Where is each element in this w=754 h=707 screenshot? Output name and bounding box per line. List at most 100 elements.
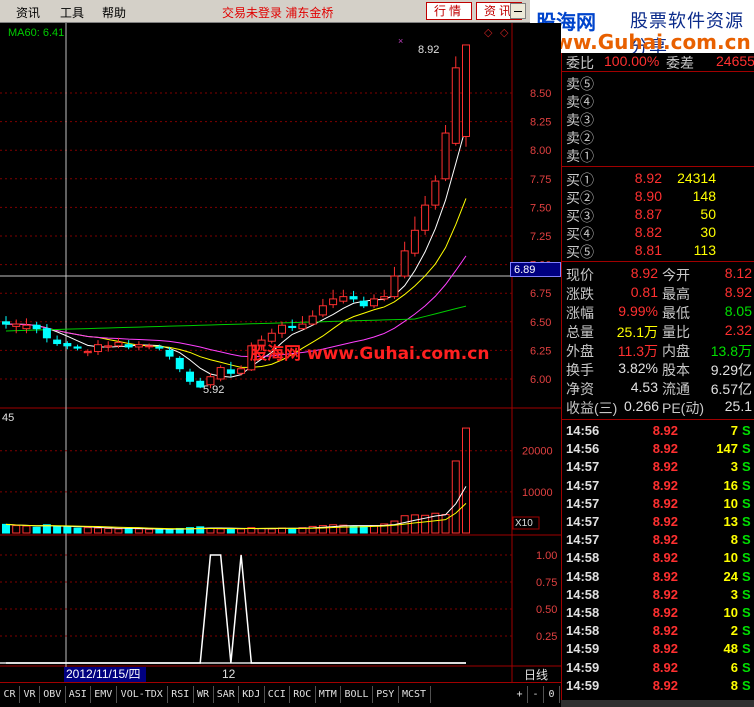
stat-label: 涨幅 bbox=[566, 305, 594, 321]
volume-bar bbox=[462, 427, 470, 534]
candle-body bbox=[216, 367, 225, 380]
tick-side: S bbox=[742, 495, 751, 511]
menu-item-tools[interactable]: 工具 bbox=[60, 4, 84, 21]
weibi-label: 委比 bbox=[566, 55, 594, 71]
marker-icon: × bbox=[398, 36, 403, 46]
stat-row: 换手 3.82% 股本 9.29亿 bbox=[566, 360, 752, 378]
candle-body bbox=[329, 298, 338, 306]
tick-price: 8.92 bbox=[652, 495, 678, 511]
tick-time: 14:57 bbox=[566, 532, 600, 548]
indicator-tab-wr[interactable]: WR bbox=[194, 686, 214, 703]
tick-volume: 10 bbox=[723, 605, 738, 620]
minimize-icon[interactable] bbox=[510, 3, 526, 19]
stat-value-2: 25.1 bbox=[724, 398, 752, 414]
candle-body bbox=[339, 296, 348, 302]
indicator-tab-mtm[interactable]: MTM bbox=[316, 686, 341, 703]
candle-body bbox=[380, 296, 389, 300]
menu-item-help[interactable]: 帮助 bbox=[102, 4, 126, 21]
buy-label: 买④ bbox=[566, 226, 594, 242]
zoom-control-1[interactable]: - bbox=[528, 686, 544, 703]
indicator-tab-asi[interactable]: ASI bbox=[66, 686, 91, 703]
indicator-tab-vr[interactable]: VR bbox=[20, 686, 40, 703]
indicator-tab-cci[interactable]: CCI bbox=[265, 686, 290, 703]
sell-row: 卖③ bbox=[566, 112, 594, 128]
buy-row: 买② 8.90 148 bbox=[566, 188, 752, 206]
volume-bar bbox=[390, 520, 399, 534]
indicator-tab-boll[interactable]: BOLL bbox=[341, 686, 373, 703]
candle-body bbox=[359, 300, 368, 307]
indicator-tab-psy[interactable]: PSY bbox=[373, 686, 399, 703]
tick-side: S bbox=[742, 550, 751, 566]
volume-bar bbox=[267, 528, 276, 534]
stat-value-2: 9.29亿 bbox=[710, 362, 752, 378]
trade-tick-row: 14:59 8.92 8 S bbox=[566, 678, 752, 696]
menu-item-news[interactable]: 资讯 bbox=[16, 4, 40, 21]
indicator-tab-cr[interactable]: CR bbox=[0, 686, 20, 703]
trade-tick-row: 14:58 8.92 24 S bbox=[566, 569, 752, 587]
indicator-tick-label: 1.00 bbox=[536, 550, 557, 562]
stat-value: 3.82% bbox=[618, 360, 658, 376]
tick-volume: 3 bbox=[730, 586, 738, 602]
kline-chart[interactable]: 8.508.258.007.757.507.257.006.756.506.25… bbox=[0, 23, 561, 682]
site-logo: 股海网 股票软件资源分享 www.Guhai.com.cn bbox=[530, 0, 754, 53]
stat-value-2: 8.05 bbox=[724, 303, 752, 319]
tick-volume: 8 bbox=[730, 532, 738, 548]
diamond-icon-2[interactable]: ◇ bbox=[500, 27, 509, 39]
indicator-tick-label: 0.75 bbox=[536, 577, 557, 589]
tick-price: 8.92 bbox=[652, 477, 678, 493]
indicator-tab-vol-tdx[interactable]: VOL-TDX bbox=[117, 686, 168, 703]
indicator-tab-emv[interactable]: EMV bbox=[91, 686, 117, 703]
stat-label: 现价 bbox=[566, 267, 594, 283]
tick-time: 14:59 bbox=[566, 677, 600, 693]
volume-bar bbox=[155, 529, 164, 534]
candle-body bbox=[145, 345, 154, 348]
panel-tabs bbox=[561, 700, 754, 707]
volume-bar bbox=[288, 527, 297, 534]
indicator-tab-kdj[interactable]: KDJ bbox=[239, 686, 265, 703]
stat-label: 收益(三) bbox=[566, 400, 618, 416]
trade-tick-row: 14:59 8.92 6 S bbox=[566, 660, 752, 678]
weicha-label: 委差 bbox=[666, 55, 694, 71]
tick-price: 8.92 bbox=[652, 550, 678, 566]
indicator-tab-mcst[interactable]: MCST bbox=[399, 686, 431, 703]
buy-row: 买① 8.92 24314 bbox=[566, 170, 752, 188]
tick-volume: 3 bbox=[730, 459, 738, 475]
tick-price: 8.92 bbox=[652, 532, 678, 548]
stat-label-2: 量比 bbox=[662, 324, 690, 340]
buy-volume: 50 bbox=[700, 206, 716, 222]
period-label[interactable]: 日线 bbox=[524, 666, 548, 683]
trade-tick-row: 14:57 8.92 13 S bbox=[566, 514, 752, 532]
volume-bar bbox=[196, 526, 205, 534]
indicator-tab-sar[interactable]: SAR bbox=[214, 686, 239, 703]
volume-bar bbox=[114, 528, 123, 534]
tick-side: S bbox=[742, 532, 751, 548]
candle-body bbox=[267, 332, 276, 342]
tick-side: S bbox=[742, 423, 751, 438]
price-tick-label: 6.25 bbox=[530, 345, 551, 357]
indicator-tab-roc[interactable]: ROC bbox=[290, 686, 316, 703]
tick-volume: 6 bbox=[730, 659, 738, 675]
stat-value-2: 8.12 bbox=[724, 265, 752, 281]
diamond-icon[interactable]: ◇ bbox=[484, 27, 493, 39]
candle-body bbox=[175, 357, 184, 370]
tick-price: 8.92 bbox=[652, 641, 678, 657]
buy-volume: 30 bbox=[700, 224, 716, 240]
zoom-control-2[interactable]: 0 bbox=[544, 686, 560, 703]
indicator-tab-rsi[interactable]: RSI bbox=[168, 686, 194, 703]
volume-bar bbox=[12, 525, 21, 534]
buy-volume: 148 bbox=[692, 188, 716, 204]
stat-value-2: 6.57亿 bbox=[710, 381, 752, 397]
tick-price: 8.92 bbox=[652, 568, 678, 584]
candle-body bbox=[22, 324, 31, 330]
candle-body bbox=[318, 305, 327, 316]
zoom-control-0[interactable]: + bbox=[512, 686, 528, 703]
tick-side: S bbox=[742, 623, 751, 639]
indicator-tab-obv[interactable]: OBV bbox=[40, 686, 66, 703]
volume-unit: X10 bbox=[515, 518, 533, 529]
quote-button[interactable]: 行情 bbox=[426, 2, 472, 20]
stat-value: 0.266 bbox=[624, 398, 660, 414]
tick-volume: 24 bbox=[723, 568, 738, 584]
tick-volume: 7 bbox=[730, 423, 738, 438]
buy-price: 8.81 bbox=[634, 242, 662, 258]
stat-value: 8.92 bbox=[630, 265, 658, 281]
